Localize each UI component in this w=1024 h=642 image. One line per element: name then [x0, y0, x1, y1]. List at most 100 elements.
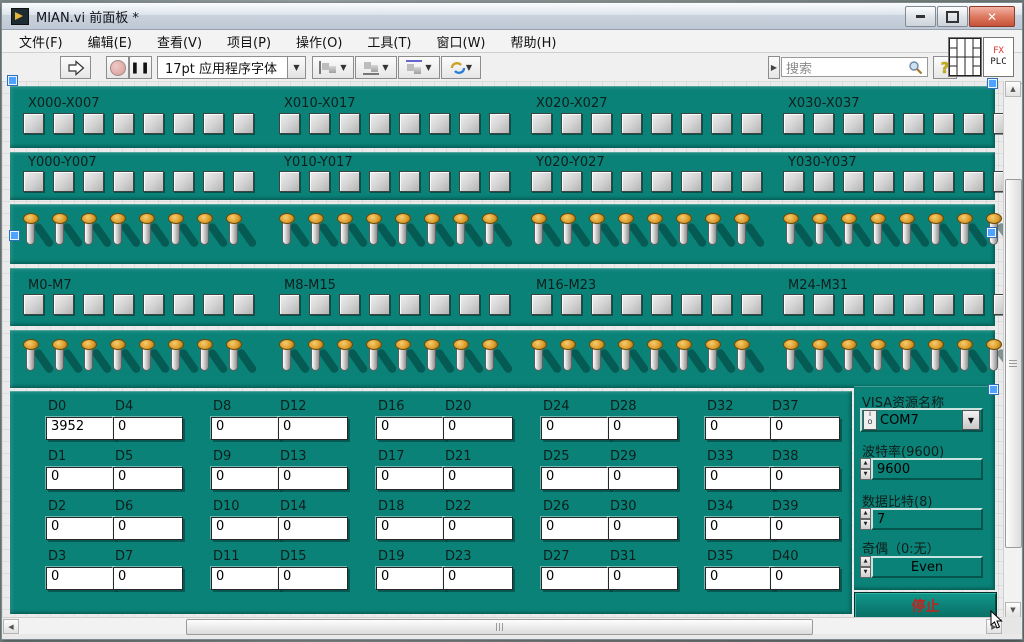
toggle-switch[interactable]	[366, 212, 382, 256]
toggle-switch[interactable]	[81, 338, 97, 382]
toggle-switch[interactable]	[226, 212, 242, 256]
menu-item-3[interactable]: 项目(P)	[227, 32, 271, 51]
font-selector[interactable]: 17pt 应用程序字体 ▼	[157, 56, 306, 79]
toggle-switch[interactable]	[928, 212, 944, 256]
toggle-switch[interactable]	[308, 212, 324, 256]
search-history-button[interactable]: ▶	[768, 56, 780, 79]
minimize-button[interactable]	[905, 6, 936, 27]
toggle-switch[interactable]	[734, 212, 750, 256]
toggle-switch[interactable]	[453, 338, 469, 382]
toggle-switch[interactable]	[618, 212, 634, 256]
toggle-switch[interactable]	[957, 212, 973, 256]
selection-handle[interactable]	[987, 228, 996, 237]
toggle-switch[interactable]	[734, 338, 750, 382]
chevron-down-icon[interactable]: ▼	[962, 410, 980, 430]
baud-spinner[interactable]: ▲▼	[860, 458, 871, 480]
toggle-switch[interactable]	[560, 338, 576, 382]
toggle-switch[interactable]	[424, 212, 440, 256]
toggle-switch[interactable]	[337, 212, 353, 256]
search-input[interactable]: 搜索	[781, 57, 928, 77]
selection-handle[interactable]	[989, 385, 998, 394]
chevron-down-icon[interactable]: ▼	[287, 57, 305, 78]
toggle-switch[interactable]	[870, 212, 886, 256]
io-icon[interactable]: IO	[863, 410, 877, 430]
selection-handle[interactable]	[988, 79, 997, 88]
parity-spinner[interactable]: ▲▼	[860, 556, 871, 578]
data-bits-spinner[interactable]: ▲▼	[860, 508, 871, 530]
reorder-button[interactable]: ▼	[441, 56, 481, 79]
scroll-up-arrow-icon[interactable]: ▲	[1005, 81, 1021, 97]
toggle-switch[interactable]	[453, 212, 469, 256]
toggle-switch[interactable]	[870, 338, 886, 382]
toggle-switch[interactable]	[395, 338, 411, 382]
scroll-down-arrow-icon[interactable]: ▼	[1005, 602, 1021, 618]
menu-item-2[interactable]: 查看(V)	[157, 32, 202, 51]
menu-item-4[interactable]: 操作(O)	[296, 32, 342, 51]
toggle-switch[interactable]	[618, 338, 634, 382]
selection-handle[interactable]	[10, 231, 19, 240]
scroll-left-arrow-icon[interactable]: ◀	[3, 619, 19, 634]
toggle-switch[interactable]	[531, 338, 547, 382]
toggle-switch[interactable]	[647, 338, 663, 382]
run-button[interactable]	[60, 56, 91, 79]
toggle-switch[interactable]	[168, 338, 184, 382]
toggle-switch[interactable]	[197, 338, 213, 382]
toggle-switch[interactable]	[23, 338, 39, 382]
stop-button[interactable]: 停止	[854, 592, 997, 618]
toggle-switch[interactable]	[647, 212, 663, 256]
toggle-switch[interactable]	[81, 212, 97, 256]
toggle-switch[interactable]	[957, 338, 973, 382]
data-bits-field[interactable]: 7	[871, 508, 983, 530]
toggle-switch[interactable]	[841, 212, 857, 256]
toggle-switch[interactable]	[589, 338, 605, 382]
toggle-switch[interactable]	[110, 338, 126, 382]
horizontal-scrollbar-thumb[interactable]	[186, 619, 813, 635]
vertical-scrollbar[interactable]: ▲ ▼	[1003, 81, 1021, 618]
selection-handle[interactable]	[8, 76, 17, 85]
toggle-switch[interactable]	[139, 338, 155, 382]
vertical-scrollbar-thumb[interactable]	[1005, 179, 1022, 548]
baud-rate-field[interactable]: 9600	[871, 458, 983, 480]
horizontal-scrollbar[interactable]: ◀ ▶	[3, 617, 1002, 634]
toggle-switch[interactable]	[168, 212, 184, 256]
toggle-switch[interactable]	[52, 212, 68, 256]
toggle-switch[interactable]	[560, 212, 576, 256]
toggle-switch[interactable]	[366, 338, 382, 382]
toggle-switch[interactable]	[899, 338, 915, 382]
toggle-switch[interactable]	[986, 338, 1002, 382]
toggle-switch[interactable]	[841, 338, 857, 382]
toggle-switch[interactable]	[899, 212, 915, 256]
maximize-button[interactable]	[937, 6, 968, 27]
title-bar[interactable]: MIAN.vi 前面板 * ✕	[2, 3, 1022, 30]
toggle-switch[interactable]	[676, 338, 692, 382]
toggle-switch[interactable]	[783, 212, 799, 256]
toggle-switch[interactable]	[928, 338, 944, 382]
toggle-switch[interactable]	[531, 212, 547, 256]
toggle-switch[interactable]	[110, 212, 126, 256]
toggle-switch[interactable]	[308, 338, 324, 382]
toggle-switch[interactable]	[337, 338, 353, 382]
toggle-switch[interactable]	[23, 212, 39, 256]
menu-item-1[interactable]: 编辑(E)	[88, 32, 132, 51]
menu-item-5[interactable]: 工具(T)	[367, 32, 411, 51]
align-objects-button[interactable]: ▼	[312, 56, 354, 79]
visa-resource-combo[interactable]: IO COM7 ▼	[860, 408, 983, 432]
abort-button[interactable]	[106, 56, 129, 79]
vi-icon[interactable]: FX PLC	[983, 37, 1014, 77]
parity-field[interactable]: Even	[871, 556, 983, 578]
toggle-switch[interactable]	[812, 212, 828, 256]
toggle-switch[interactable]	[395, 212, 411, 256]
menu-item-6[interactable]: 窗口(W)	[437, 32, 486, 51]
resize-objects-button[interactable]: ▼	[398, 56, 440, 79]
toggle-switch[interactable]	[482, 212, 498, 256]
toggle-switch[interactable]	[139, 212, 155, 256]
toggle-switch[interactable]	[783, 338, 799, 382]
toggle-switch[interactable]	[812, 338, 828, 382]
toggle-switch[interactable]	[226, 338, 242, 382]
menu-item-7[interactable]: 帮助(H)	[511, 32, 557, 51]
toggle-switch[interactable]	[424, 338, 440, 382]
toggle-switch[interactable]	[197, 212, 213, 256]
toggle-switch[interactable]	[676, 212, 692, 256]
close-button[interactable]: ✕	[969, 6, 1015, 27]
toggle-switch[interactable]	[589, 212, 605, 256]
